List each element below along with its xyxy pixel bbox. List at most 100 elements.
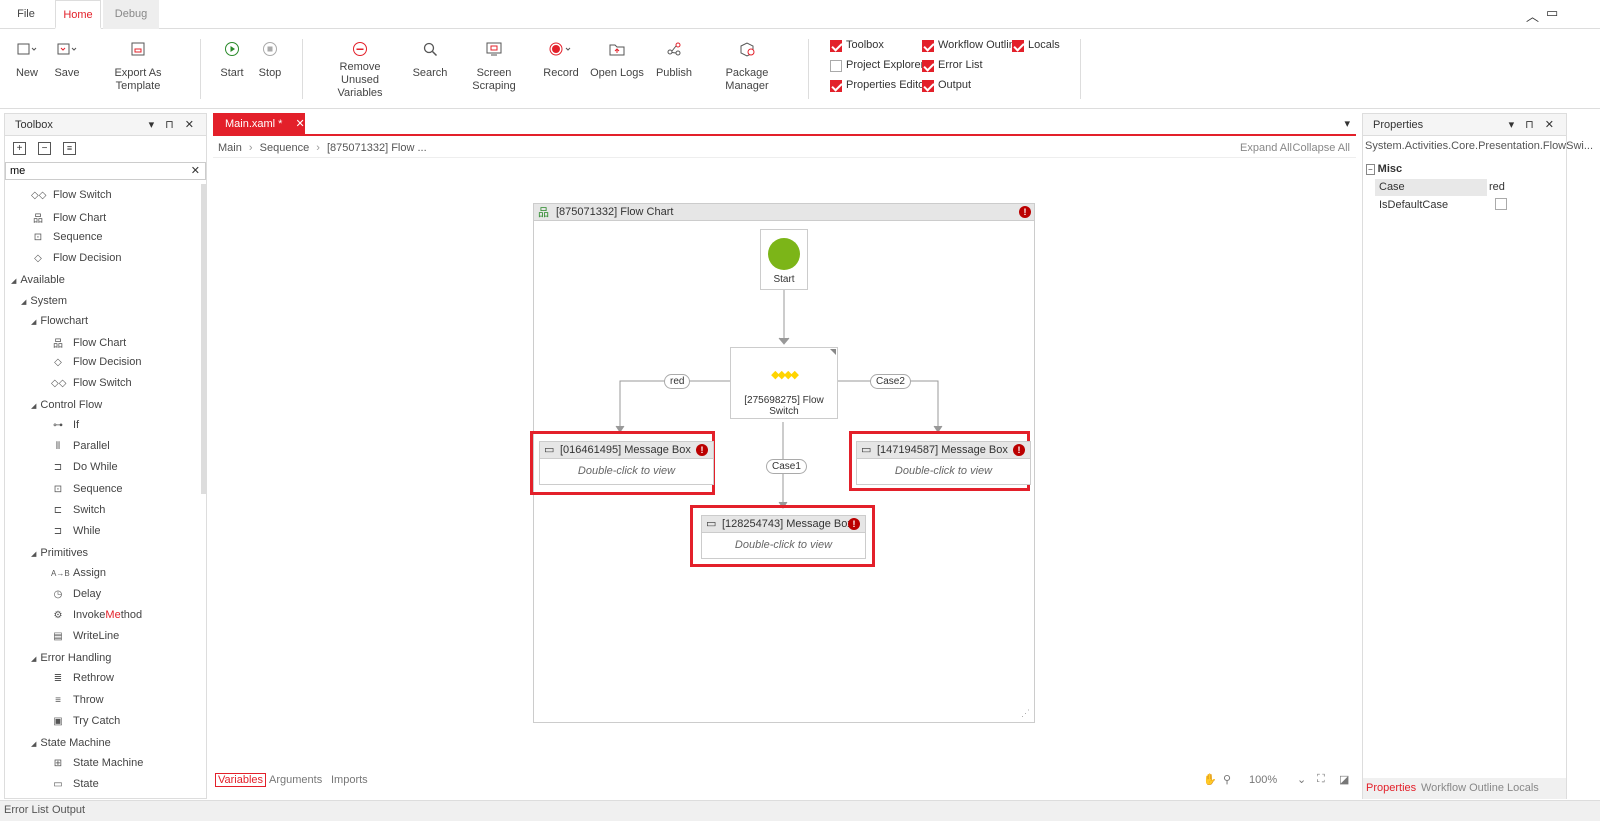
variables-tab[interactable]: Variables bbox=[215, 773, 267, 787]
start-node[interactable]: Start bbox=[760, 229, 808, 290]
isdefaultcase-checkbox[interactable] bbox=[1495, 198, 1507, 210]
flowchart-container[interactable]: 品 [875071332] Flow Chart ! Start ◆◆◆◆ [2… bbox=[530, 203, 1035, 723]
collapse-all-icon[interactable]: − bbox=[38, 142, 51, 155]
overview-icon[interactable]: ◪ bbox=[1339, 773, 1349, 786]
toggle-error-list[interactable]: Error List bbox=[922, 59, 983, 72]
checkbox-icon[interactable] bbox=[1012, 39, 1024, 52]
publish-button[interactable]: Publish bbox=[654, 37, 694, 80]
clear-search-icon[interactable]: ✕ bbox=[191, 164, 200, 177]
toggle-output[interactable]: Output bbox=[922, 79, 971, 92]
toolbox-item[interactable]: ◇ Flow Decision bbox=[31, 252, 121, 264]
toolbox-item[interactable]: ⚙ InvokeMethod bbox=[51, 609, 143, 621]
toolbox-item[interactable]: ⊞ State Machine bbox=[51, 757, 144, 769]
toolbox-item[interactable]: ≡ Throw bbox=[51, 694, 103, 706]
checkbox-icon[interactable] bbox=[922, 59, 934, 72]
open-logs-button[interactable]: Open Logs bbox=[590, 37, 644, 80]
save-button[interactable]: Save bbox=[52, 37, 82, 80]
case-value-input[interactable]: red bbox=[1487, 179, 1566, 196]
toolbox-scrollbar[interactable] bbox=[201, 184, 206, 494]
tab-workflow-outline[interactable]: Workflow Outline bbox=[1421, 782, 1504, 794]
tab-properties[interactable]: Properties bbox=[1366, 782, 1416, 794]
toolbox-item[interactable]: ⊡ Sequence bbox=[51, 483, 123, 495]
tab-home[interactable]: Home bbox=[55, 0, 101, 29]
toggle-toolbox[interactable]: Toolbox bbox=[830, 39, 884, 52]
message-box-activity[interactable]: ▭ [128254743] Message Box! Double-click t… bbox=[701, 515, 866, 559]
design-surface[interactable]: 品 [875071332] Flow Chart ! Start ◆◆◆◆ [2… bbox=[213, 159, 1356, 781]
collapse-all-link[interactable]: Collapse All bbox=[1293, 138, 1350, 158]
stop-button[interactable]: Stop bbox=[255, 37, 285, 80]
properties-category-misc[interactable]: − Misc bbox=[1366, 163, 1402, 175]
toggle-locals[interactable]: Locals bbox=[1012, 39, 1060, 52]
zoom-icon[interactable]: ⚲ bbox=[1223, 773, 1231, 786]
close-tab-icon[interactable]: ✕ bbox=[296, 118, 305, 130]
tab-locals[interactable]: Locals bbox=[1507, 782, 1539, 794]
search-button[interactable]: Search bbox=[412, 37, 448, 80]
toolbox-category-control-flow[interactable]: Control Flow bbox=[31, 399, 102, 411]
edge-label-red[interactable]: red bbox=[664, 374, 691, 389]
toolbox-category-flowchart[interactable]: Flowchart bbox=[31, 315, 88, 327]
toolbox-item[interactable]: ⊐ While bbox=[51, 525, 101, 537]
toolbox-item[interactable]: 品 Flow Chart bbox=[31, 210, 106, 226]
error-icon[interactable]: ! bbox=[1013, 444, 1025, 456]
toolbox-category-state-machine[interactable]: State Machine bbox=[31, 737, 110, 749]
toolbox-item[interactable]: ◇ Flow Decision bbox=[51, 356, 141, 368]
checkbox-icon[interactable] bbox=[830, 79, 842, 92]
chevron-down-icon[interactable]: ⌄ bbox=[1297, 773, 1306, 786]
collapse-ribbon-icon[interactable]: ︿ bbox=[1526, 6, 1539, 25]
tab-debug[interactable]: Debug bbox=[103, 0, 159, 29]
toolbox-item[interactable]: ◇◇ Flow Switch bbox=[51, 377, 132, 389]
toolbox-search[interactable]: ✕ bbox=[5, 162, 206, 180]
resize-grip-icon[interactable]: ⋰ bbox=[1021, 708, 1030, 719]
toggle-project-explorer[interactable]: Project Explorer bbox=[830, 59, 924, 72]
breadcrumb-item[interactable]: Main bbox=[218, 142, 242, 154]
toolbox-category-available[interactable]: Available bbox=[11, 274, 64, 286]
document-tab-main[interactable]: Main.xaml * ✕ bbox=[213, 113, 305, 136]
expand-all-icon[interactable]: + bbox=[13, 142, 26, 155]
panel-controls[interactable]: ▾ ⊓ ✕ bbox=[1509, 114, 1558, 136]
toolbox-item[interactable]: ▤ WriteLine bbox=[51, 630, 119, 642]
tab-file[interactable]: File bbox=[6, 0, 46, 29]
list-view-icon[interactable]: ≡ bbox=[63, 142, 76, 155]
toolbox-item[interactable]: ≣ Rethrow bbox=[51, 672, 114, 684]
screen-scraping-button[interactable]: Screen Scraping bbox=[456, 37, 532, 93]
export-as-template-button[interactable]: Export As Template bbox=[94, 37, 182, 93]
toolbox-item[interactable]: ⫴ Parallel bbox=[51, 440, 110, 452]
arguments-tab[interactable]: Arguments bbox=[269, 774, 322, 786]
tab-output[interactable]: Output bbox=[52, 804, 85, 816]
toolbox-category-error-handling[interactable]: Error Handling bbox=[31, 652, 111, 664]
notifications-icon[interactable]: ▭ bbox=[1546, 5, 1558, 21]
fit-to-screen-icon[interactable]: ⛶ bbox=[1317, 773, 1325, 786]
checkbox-icon[interactable] bbox=[830, 59, 842, 72]
toolbox-item[interactable]: ⊏ Switch bbox=[51, 504, 106, 516]
breadcrumb-item[interactable]: [875071332] Flow ... bbox=[327, 142, 427, 154]
toolbox-category-primitives[interactable]: Primitives bbox=[31, 547, 88, 559]
expand-all-link[interactable]: Expand All bbox=[1240, 138, 1292, 158]
start-button[interactable]: Start bbox=[217, 37, 247, 80]
toolbox-item[interactable]: ⊶ If bbox=[51, 419, 79, 431]
toolbox-item[interactable]: 品 Flow Chart bbox=[51, 335, 126, 351]
message-box-activity[interactable]: ▭ [147194587] Message Box! Double-click t… bbox=[856, 441, 1031, 485]
toolbox-search-input[interactable] bbox=[6, 163, 181, 179]
edge-label-case2[interactable]: Case2 bbox=[870, 374, 911, 389]
checkbox-icon[interactable] bbox=[922, 79, 934, 92]
toolbox-item[interactable]: ⊐ Do While bbox=[51, 461, 118, 473]
checkbox-icon[interactable] bbox=[922, 39, 934, 52]
edge-label-case1[interactable]: Case1 bbox=[766, 459, 807, 474]
record-button[interactable]: Record bbox=[542, 37, 580, 80]
new-button[interactable]: New bbox=[12, 37, 42, 80]
flow-switch-node[interactable]: ◆◆◆◆ [275698275] Flow Switch bbox=[730, 347, 838, 419]
tab-error-list[interactable]: Error List bbox=[4, 804, 49, 816]
tab-list-icon[interactable]: ▾ bbox=[1344, 117, 1350, 130]
toggle-workflow-outline[interactable]: Workflow Outline bbox=[922, 39, 1021, 52]
message-box-activity[interactable]: ▭ [016461495] Message Box! Double-click t… bbox=[539, 441, 714, 485]
breadcrumb-item[interactable]: Sequence bbox=[260, 142, 310, 154]
toolbox-item[interactable]: A→B Assign bbox=[51, 567, 106, 579]
error-icon[interactable]: ! bbox=[848, 518, 860, 530]
imports-tab[interactable]: Imports bbox=[331, 774, 368, 786]
pan-hand-icon[interactable]: ✋ bbox=[1203, 773, 1217, 786]
panel-controls[interactable]: ▾ ⊓ ✕ bbox=[149, 114, 198, 136]
toolbox-item[interactable]: ▭ State bbox=[51, 778, 98, 790]
toolbox-category-system[interactable]: System bbox=[21, 295, 67, 307]
toggle-properties-editor[interactable]: Properties Editor bbox=[830, 79, 928, 92]
remove-unused-variables-button[interactable]: Remove Unused Variables bbox=[320, 37, 400, 100]
